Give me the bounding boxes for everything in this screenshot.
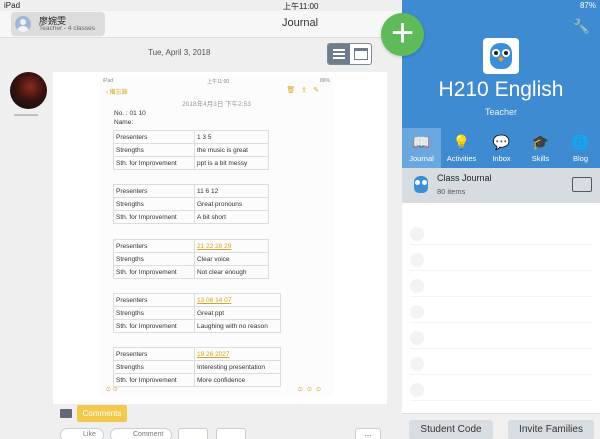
- note-screenshot-image[interactable]: iPad 上午11:00 86% ‹ 備忘錄 🗑⇪✎ 2018年4月3日 下午2…: [100, 77, 333, 397]
- note-back-label: ‹ 備忘錄: [106, 90, 128, 96]
- class-journal-item[interactable]: Class Journal 80 items: [402, 168, 600, 203]
- list-item[interactable]: [410, 249, 592, 271]
- list-item[interactable]: [410, 379, 592, 401]
- calendar-view-icon[interactable]: [350, 44, 371, 64]
- top-header: Journal 廖婉雯 Teacher - 4 classes: [0, 11, 402, 38]
- list-item[interactable]: [410, 223, 592, 245]
- globe-icon: 🌐: [571, 134, 590, 150]
- wrench-icon[interactable]: 🔧: [573, 18, 590, 35]
- tab-skills[interactable]: 🎓 Skills: [521, 128, 560, 168]
- status-bar: iPad 上午11:00 87%: [0, 0, 600, 11]
- class-avatar[interactable]: [483, 38, 519, 74]
- view-toggle[interactable]: [327, 43, 372, 65]
- invite-families-button[interactable]: Invite Families: [508, 420, 594, 439]
- tab-blog[interactable]: 🌐 Blog: [561, 128, 600, 168]
- comments-tag[interactable]: Comments: [77, 405, 127, 422]
- bottom-action-bar: Student Code Invite Families: [402, 413, 600, 439]
- comment-button[interactable]: Comment: [110, 428, 172, 439]
- feedback-table: Presenters 19 26 2027 Strengths Interestin…: [113, 347, 281, 387]
- feedback-table: Presenters 13 08 14 07 Strengths Great ppt…: [113, 293, 281, 333]
- student-list: [402, 203, 600, 413]
- book-icon: 📖: [412, 134, 431, 150]
- graduation-cap-icon: 🎓: [531, 134, 550, 150]
- owl-icon: [414, 176, 428, 193]
- class-tabs: 📖 Journal 💡 Activities 💬 Inbox 🎓 Skills …: [402, 128, 600, 168]
- note-footer-icons-right: ⊙⊙⊙: [297, 387, 325, 393]
- list-item[interactable]: [410, 275, 592, 297]
- clock: 上午11:00: [283, 2, 319, 11]
- feedback-table: Presenters 11 6 12 Strengths Great pronoun…: [113, 184, 269, 224]
- class-name: H210 English: [438, 78, 564, 101]
- user-avatar-icon: [15, 16, 31, 32]
- post-date: Tue, April 3, 2018: [148, 48, 211, 57]
- class-journal-count: 80 items: [437, 187, 466, 196]
- folder-icon[interactable]: [60, 409, 72, 418]
- feedback-table: Presenters 21 22 28 29 Strengths Clear voi…: [113, 239, 269, 279]
- battery-label: 87%: [579, 1, 596, 10]
- list-view-icon[interactable]: [328, 44, 350, 64]
- folder-icon[interactable]: [216, 428, 246, 439]
- student-code-button[interactable]: Student Code: [409, 420, 493, 439]
- list-item[interactable]: [410, 353, 592, 375]
- note-date: 2018年4月3日 下午2:53: [182, 101, 251, 108]
- student-name: ▬▬▬▬: [14, 112, 38, 118]
- bulb-icon: 💡: [452, 134, 471, 150]
- class-journal-title: Class Journal: [437, 173, 492, 183]
- like-button[interactable]: Like: [60, 428, 104, 439]
- list-item[interactable]: [410, 327, 592, 349]
- note-toolbar-icons: 🗑⇪✎: [286, 87, 325, 94]
- class-role: Teacher: [484, 107, 518, 117]
- student-avatar[interactable]: [10, 72, 47, 109]
- add-post-button[interactable]: +: [381, 13, 424, 56]
- more-button[interactable]: ...: [355, 428, 381, 439]
- class-header: 🔧 H210 English Teacher: [402, 0, 600, 128]
- folder-icon[interactable]: [572, 177, 592, 192]
- plus-icon: +: [390, 11, 415, 55]
- chat-icon: 💬: [492, 134, 511, 150]
- tab-activities[interactable]: 💡 Activities: [442, 128, 481, 168]
- graduation-cap-icon[interactable]: [178, 428, 208, 439]
- note-name: Name:: [114, 119, 134, 126]
- note-number: No. : 01 10: [114, 110, 146, 117]
- device-label: iPad: [4, 1, 21, 10]
- class-panel: 🔧 H210 English Teacher 📖 Journal 💡 Activ…: [402, 0, 600, 439]
- tab-journal[interactable]: 📖 Journal: [402, 128, 441, 168]
- feedback-table: Presenters 1 3 5 Strengths the music is gr…: [113, 130, 269, 170]
- user-switcher[interactable]: 廖婉雯 Teacher - 4 classes: [11, 12, 105, 36]
- note-footer-icons: ⊙ ⊙: [106, 387, 118, 393]
- owl-icon: [490, 43, 512, 69]
- user-subtitle: Teacher - 4 classes: [39, 25, 95, 32]
- tab-inbox[interactable]: 💬 Inbox: [482, 128, 521, 168]
- list-item[interactable]: [410, 301, 592, 323]
